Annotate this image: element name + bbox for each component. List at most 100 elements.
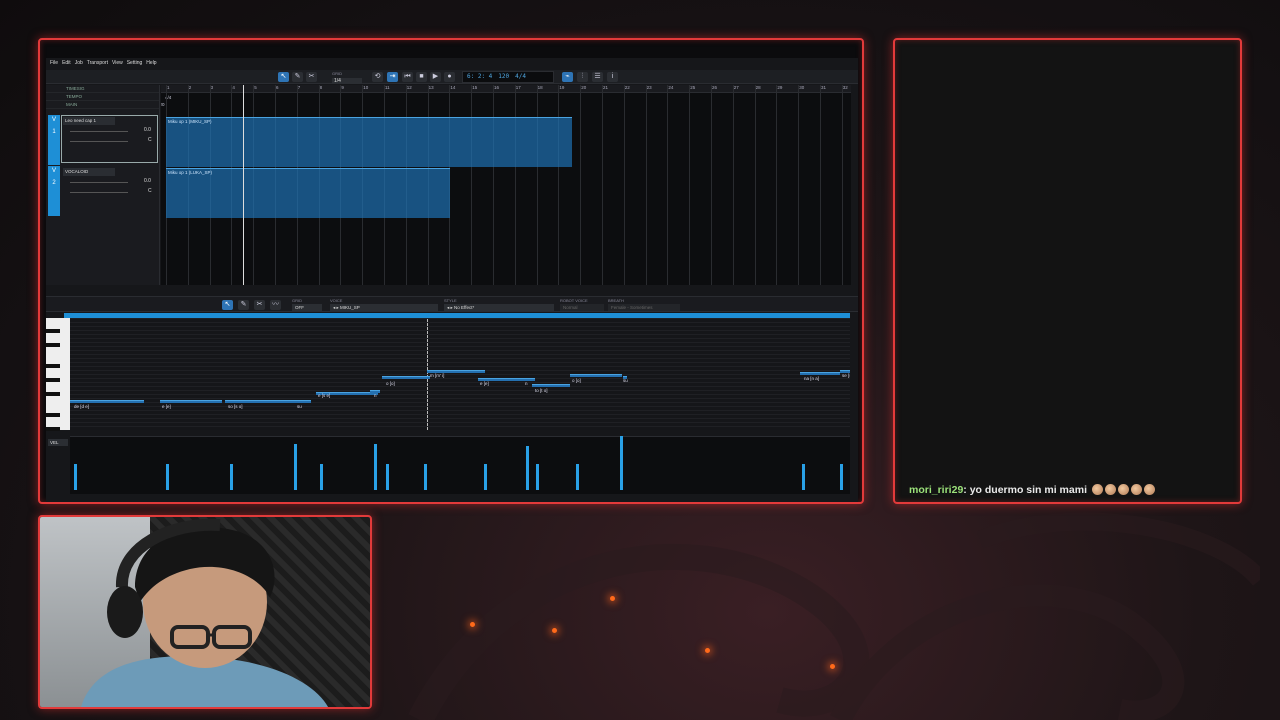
pitch-row — [70, 398, 850, 399]
scissors-tool-button[interactable]: ✂ — [306, 72, 317, 82]
note[interactable] — [70, 400, 144, 403]
note[interactable] — [297, 400, 311, 403]
velocity-lane-select[interactable]: VEL — [48, 439, 68, 446]
autoscroll-button[interactable]: ⇥ — [387, 72, 398, 82]
loop-button[interactable]: ⟲ — [372, 72, 383, 82]
velocity-bar[interactable] — [424, 464, 427, 490]
black-key[interactable] — [46, 427, 60, 431]
velocity-bar[interactable] — [536, 464, 539, 490]
pr-scissors-button[interactable]: ✂ — [254, 300, 265, 310]
track-1[interactable]: V1 Leo need cap 1 0.0 C — [46, 115, 160, 165]
velocity-bar[interactable] — [74, 464, 77, 490]
velocity-bar[interactable] — [484, 464, 487, 490]
bar-number: 6 — [276, 85, 279, 90]
piano-roll-grid[interactable]: de [d e] e [e] so [s o] su e [s e] n o [o] m [m… — [70, 318, 850, 430]
record-button[interactable]: ● — [444, 72, 455, 82]
menu-item[interactable]: View — [112, 60, 123, 68]
menu-item[interactable]: Setting — [127, 60, 143, 68]
note-lyric: n — [374, 393, 377, 398]
pr-grid-select[interactable]: GRID OFF — [292, 298, 322, 311]
webcam-overlay — [38, 515, 372, 709]
velocity-bar[interactable] — [230, 464, 233, 490]
note[interactable] — [382, 376, 430, 379]
bar-number: 13 — [428, 85, 434, 90]
rewind-button[interactable]: ⏮ — [402, 72, 413, 82]
pitch-row — [70, 342, 850, 343]
editor-button[interactable]: ⌁ — [562, 72, 573, 82]
vocal-part-2[interactable]: Miku op 1 (LUKA_SP) — [166, 168, 450, 218]
piano-roll-toolbar: ↖ ✎ ✂ 〰 GRID OFF VOICE ◂ ▸ MIKU_SP STYLE ◂ … — [46, 296, 858, 312]
velocity-bar[interactable] — [802, 464, 805, 490]
breath-select[interactable]: BREATH Female - Sometimes — [608, 298, 680, 311]
robot-voice-select[interactable]: ROBOT VOICE Normal — [560, 298, 604, 311]
menu-item[interactable]: Job — [75, 60, 83, 68]
piano-keyboard[interactable] — [46, 318, 70, 431]
mixer-button[interactable]: ⫶ — [577, 72, 588, 82]
velocity-bar[interactable] — [576, 464, 579, 490]
bar-number: 26 — [712, 85, 718, 90]
style-select[interactable]: STYLE ◂ ▸ No Effect* — [444, 298, 554, 311]
black-key[interactable] — [46, 364, 60, 368]
black-key[interactable] — [46, 343, 60, 347]
pr-pencil-button[interactable]: ✎ — [238, 300, 249, 310]
track-name[interactable]: VOCALOID — [63, 168, 115, 176]
velocity-lane[interactable] — [70, 436, 850, 494]
bar-number: 25 — [690, 85, 696, 90]
note[interactable] — [160, 400, 222, 403]
note-lyric: o [o] — [386, 381, 395, 386]
play-button[interactable]: ▶ — [430, 72, 441, 82]
black-key[interactable] — [46, 413, 60, 417]
vocal-part-1[interactable]: Miku op 1 (MIKU_SP) — [166, 117, 572, 167]
voice-select[interactable]: VOICE ◂ ▸ MIKU_SP — [330, 298, 438, 311]
pitch-row — [70, 338, 850, 339]
pitch-row — [70, 326, 850, 327]
note[interactable] — [532, 384, 570, 387]
note[interactable] — [570, 374, 622, 377]
background-swirl — [408, 512, 1260, 720]
bar-number: 24 — [668, 85, 674, 90]
track-type-tag: V2 — [48, 166, 60, 216]
bar-ruler[interactable]: 1 2 3 4 5 6 7 8 9 10 11 12 13 14 15 16 17 18 19 20 21 22 23 24 2… — [161, 85, 851, 93]
pan-slider[interactable] — [70, 192, 128, 193]
playhead[interactable] — [243, 85, 244, 285]
bar-line — [776, 85, 778, 285]
pitch-row — [70, 386, 850, 387]
menu-item[interactable]: Edit — [62, 60, 71, 68]
grid-select[interactable]: GRID 1/4 — [332, 71, 362, 84]
velocity-bar[interactable] — [374, 444, 377, 490]
velocity-bar[interactable] — [386, 464, 389, 490]
pencil-tool-button[interactable]: ✎ — [292, 72, 303, 82]
velocity-bar[interactable] — [840, 464, 843, 490]
pr-pointer-button[interactable]: ↖ — [222, 300, 233, 310]
note[interactable] — [800, 372, 840, 375]
velocity-bar[interactable] — [320, 464, 323, 490]
pan-slider[interactable] — [70, 141, 128, 142]
volume-slider[interactable] — [70, 182, 128, 183]
bar-number: 14 — [450, 85, 456, 90]
volume-slider[interactable] — [70, 131, 128, 132]
velocity-bar[interactable] — [526, 446, 529, 490]
velocity-bar[interactable] — [620, 436, 623, 490]
emote-icon — [1117, 484, 1129, 495]
menu-item[interactable]: File — [50, 60, 58, 68]
stop-button[interactable]: ■ — [416, 72, 427, 82]
emote-icon — [1143, 484, 1155, 495]
note[interactable] — [225, 400, 297, 403]
black-key[interactable] — [46, 329, 60, 333]
arrangement-view[interactable]: 1 2 3 4 5 6 7 8 9 10 11 12 13 14 15 16 17 18 19 20 21 22 23 24 2… — [161, 85, 851, 285]
track-name[interactable]: Leo need cap 1 — [63, 117, 115, 125]
black-key[interactable] — [46, 378, 60, 382]
bar-line — [623, 85, 625, 285]
ember — [552, 628, 557, 633]
menu-item[interactable]: Transport — [87, 60, 108, 68]
black-key[interactable] — [46, 392, 60, 396]
info-button[interactable]: i — [607, 72, 618, 82]
track-2[interactable]: V2 VOCALOID 0.0 C — [46, 166, 160, 216]
bar-number: 19 — [559, 85, 565, 90]
velocity-bar[interactable] — [294, 444, 297, 490]
velocity-bar[interactable] — [166, 464, 169, 490]
list-button[interactable]: ☰ — [592, 72, 603, 82]
pointer-tool-button[interactable]: ↖ — [278, 72, 289, 82]
pr-pitch-button[interactable]: 〰 — [270, 300, 281, 310]
menu-item[interactable]: Help — [146, 60, 156, 68]
